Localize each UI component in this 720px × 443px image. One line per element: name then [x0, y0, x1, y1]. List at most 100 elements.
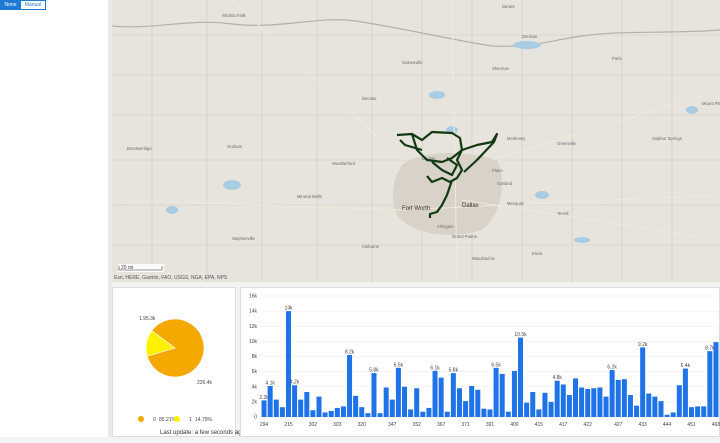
bar[interactable] — [530, 392, 536, 417]
bar[interactable] — [542, 392, 548, 417]
bar[interactable] — [524, 402, 530, 417]
bar[interactable] — [579, 387, 585, 417]
bar[interactable] — [572, 378, 578, 417]
bar[interactable] — [707, 351, 713, 417]
bar[interactable] — [310, 410, 316, 417]
bar[interactable] — [591, 388, 597, 417]
bar[interactable] — [560, 384, 566, 417]
pie-slices[interactable] — [145, 318, 205, 378]
bar-data-label: 6.1k — [430, 365, 440, 371]
manual-button[interactable]: Manual — [20, 0, 46, 10]
bar[interactable] — [713, 342, 719, 417]
bar[interactable] — [298, 399, 304, 417]
bar[interactable] — [273, 399, 279, 417]
bar[interactable] — [371, 373, 377, 417]
bar[interactable] — [499, 373, 505, 417]
bar[interactable] — [621, 379, 627, 417]
place-label: Plano — [492, 168, 503, 173]
bar[interactable] — [444, 411, 450, 417]
bar-data-label: 6.4k — [681, 363, 691, 369]
bar[interactable] — [279, 407, 285, 417]
bar[interactable] — [359, 407, 365, 417]
lake-ray-hubbard — [535, 191, 549, 199]
bar[interactable] — [640, 347, 646, 417]
bar[interactable] — [340, 406, 346, 417]
bar[interactable] — [353, 395, 359, 417]
bar[interactable] — [328, 410, 334, 417]
bar[interactable] — [438, 377, 444, 417]
bar[interactable] — [658, 401, 664, 417]
bar[interactable] — [322, 412, 328, 417]
bar[interactable] — [316, 396, 322, 417]
bar[interactable] — [652, 396, 658, 417]
bar[interactable] — [511, 370, 517, 417]
bar[interactable] — [432, 370, 438, 417]
bar[interactable] — [505, 411, 511, 417]
bar[interactable] — [475, 389, 481, 417]
bar[interactable] — [670, 412, 676, 417]
bar[interactable] — [487, 409, 493, 417]
bar[interactable] — [420, 411, 426, 417]
bar[interactable] — [292, 385, 298, 417]
bar[interactable] — [377, 413, 383, 417]
bar[interactable] — [285, 311, 291, 417]
place-label: Greenville — [557, 141, 577, 146]
bar[interactable] — [463, 401, 469, 417]
map-view[interactable]: Wichita Falls Durant Denison Gainesville She… — [112, 0, 720, 282]
bar[interactable] — [408, 409, 414, 417]
bar[interactable] — [334, 407, 340, 417]
bar[interactable] — [481, 408, 487, 417]
bar[interactable] — [627, 395, 633, 417]
bar[interactable] — [634, 405, 640, 417]
bar[interactable] — [676, 385, 682, 417]
bar[interactable] — [585, 389, 591, 417]
bar[interactable] — [395, 367, 401, 417]
bar[interactable] — [414, 388, 420, 417]
place-label: Waxahachie — [472, 256, 496, 261]
bar[interactable] — [609, 370, 615, 417]
x-tick-label: 417 — [559, 422, 568, 428]
bar[interactable] — [603, 396, 609, 417]
bar[interactable] — [426, 407, 432, 417]
bar[interactable] — [365, 413, 371, 417]
bar-series[interactable] — [261, 311, 719, 417]
bar[interactable] — [689, 407, 695, 417]
bar-chart[interactable]: 0 2k 4k 6k 8k 10k 12k 14k 16k 2.2k 4.1k 14k 4.2k 8.2… — [241, 288, 720, 438]
bar[interactable] — [615, 379, 621, 417]
bar[interactable] — [469, 385, 475, 417]
bar[interactable] — [554, 380, 560, 417]
bar[interactable] — [402, 386, 408, 417]
bar[interactable] — [518, 337, 524, 417]
bar[interactable] — [493, 367, 499, 417]
bar-x-axis: 294 215 302 303 320 347 352 367 371 391 400 415 417 4… — [260, 422, 720, 428]
y-tick-label: 4k — [252, 384, 258, 390]
bar-data-label: 10.5k — [514, 332, 527, 338]
bar[interactable] — [695, 406, 701, 417]
bar[interactable] — [682, 368, 688, 417]
bar[interactable] — [261, 400, 267, 417]
pie-legend[interactable]: 0 85.21% 1 14.79% — [138, 416, 213, 423]
bar[interactable] — [383, 387, 389, 417]
none-button[interactable]: None — [0, 0, 21, 10]
bar[interactable] — [548, 401, 554, 417]
bar[interactable] — [456, 388, 462, 417]
bar[interactable] — [664, 414, 670, 417]
bar[interactable] — [304, 392, 310, 417]
bar[interactable] — [701, 406, 707, 417]
bar[interactable] — [347, 354, 353, 417]
bar[interactable] — [267, 385, 273, 417]
bar[interactable] — [566, 395, 572, 417]
bar-data-label: 14k — [284, 306, 293, 312]
bar[interactable] — [646, 393, 652, 417]
x-tick-label: 347 — [388, 422, 397, 428]
bar[interactable] — [536, 409, 542, 417]
bar[interactable] — [389, 399, 395, 417]
pie-chart[interactable]: 226.4k 1.95.3k 0 85.21% 1 14.79% — [113, 288, 237, 438]
bar[interactable] — [450, 373, 456, 417]
bar[interactable] — [597, 387, 603, 417]
y-tick-label: 6k — [252, 369, 258, 375]
bar-data-label: 4.1k — [265, 380, 275, 386]
map-canvas[interactable]: Wichita Falls Durant Denison Gainesville She… — [112, 0, 720, 282]
bar-data-label: 4.8k — [552, 375, 562, 381]
x-tick-label: 352 — [413, 422, 422, 428]
